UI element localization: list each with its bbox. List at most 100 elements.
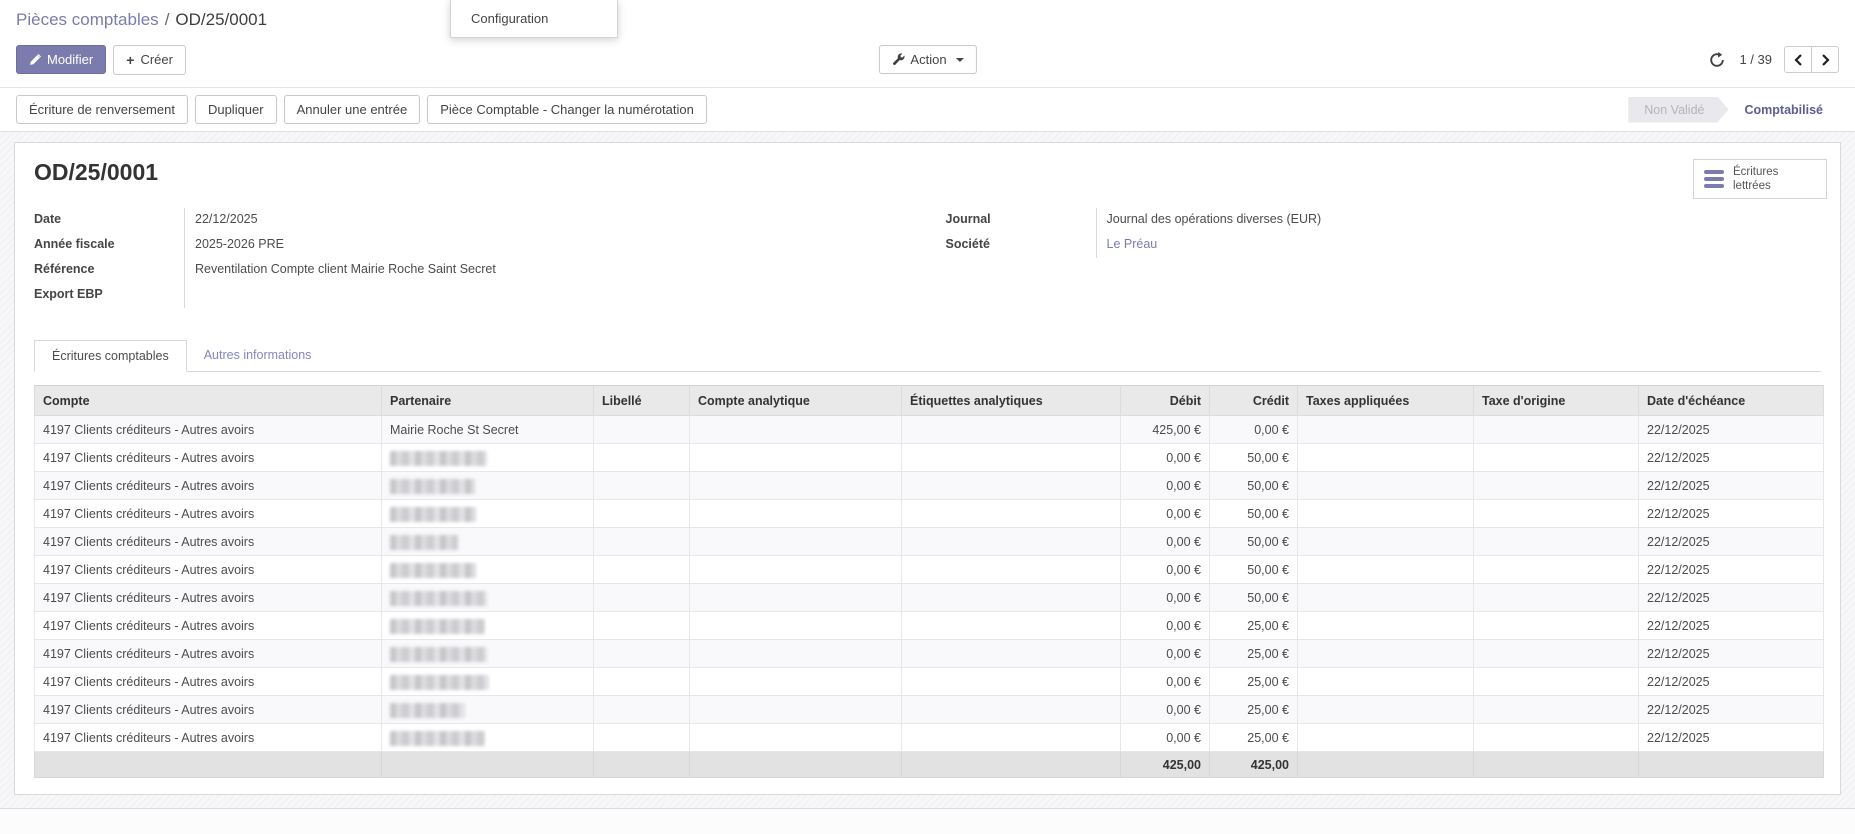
- field-value: 22/12/2025: [184, 208, 910, 233]
- statusbar-action-button-3[interactable]: Pièce Comptable - Changer la numérotatio…: [427, 95, 707, 124]
- total-cell-partenaire: [382, 752, 594, 778]
- cell-taxes-appliquees: [1298, 416, 1474, 444]
- cell-credit: 50,00 €: [1210, 528, 1298, 556]
- total-cell-taxes-appliquees: [1298, 752, 1474, 778]
- column-header-compte[interactable]: Compte: [35, 386, 382, 416]
- pager-zone: 1 / 39: [1707, 46, 1839, 73]
- table-row[interactable]: 4197 Clients créditeurs - Autres avoirs0…: [35, 444, 1824, 472]
- statusbar-action-button-2[interactable]: Annuler une entrée: [284, 95, 421, 124]
- table-row[interactable]: 4197 Clients créditeurs - Autres avoirs0…: [35, 612, 1824, 640]
- pager-value[interactable]: 1 / 39: [1739, 52, 1772, 67]
- table-row[interactable]: 4197 Clients créditeurs - Autres avoirs0…: [35, 500, 1824, 528]
- cell-libelle: [594, 584, 690, 612]
- table-row[interactable]: 4197 Clients créditeurs - Autres avoirsM…: [35, 416, 1824, 444]
- table-row[interactable]: 4197 Clients créditeurs - Autres avoirs0…: [35, 556, 1824, 584]
- redacted-partner: [390, 675, 489, 690]
- column-header-debit[interactable]: Débit: [1121, 386, 1210, 416]
- status-step-0[interactable]: Non Validé: [1628, 97, 1728, 123]
- cell-date-echeance: 22/12/2025: [1639, 472, 1824, 500]
- breadcrumb: Pièces comptables/OD/25/0001: [16, 10, 1839, 30]
- cell-taxes-appliquees: [1298, 528, 1474, 556]
- notebook-tabs: Écritures comptablesAutres informations: [34, 340, 1821, 372]
- pager-next-button[interactable]: [1811, 46, 1839, 73]
- column-header-taxe-origine[interactable]: Taxe d'origine: [1474, 386, 1639, 416]
- table-row[interactable]: 4197 Clients créditeurs - Autres avoirs0…: [35, 668, 1824, 696]
- cell-libelle: [594, 724, 690, 752]
- column-header-date-echeance[interactable]: Date d'échéance: [1639, 386, 1824, 416]
- total-cell-taxe-origine: [1474, 752, 1639, 778]
- cell-compte-analytique: [690, 612, 902, 640]
- cell-etiquettes-analytiques: [902, 668, 1121, 696]
- table-row[interactable]: 4197 Clients créditeurs - Autres avoirs0…: [35, 724, 1824, 752]
- cell-partenaire: [382, 612, 594, 640]
- cell-taxe-origine: [1474, 472, 1639, 500]
- column-header-taxes-appliquees[interactable]: Taxes appliquées: [1298, 386, 1474, 416]
- lettered-entries-stat-button[interactable]: Écritures lettrées: [1693, 159, 1827, 199]
- cell-etiquettes-analytiques: [902, 444, 1121, 472]
- cell-libelle: [594, 472, 690, 500]
- statusbar-action-button-0[interactable]: Écriture de renversement: [16, 95, 188, 124]
- cell-partenaire: [382, 584, 594, 612]
- field-row-left-2: RéférenceReventilation Compte client Mai…: [34, 258, 910, 283]
- cell-credit: 0,00 €: [1210, 416, 1298, 444]
- cell-taxe-origine: [1474, 556, 1639, 584]
- action-dropdown-button[interactable]: Action: [878, 45, 976, 74]
- field-label: Société: [946, 233, 1096, 251]
- column-header-compte-analytique[interactable]: Compte analytique: [690, 386, 902, 416]
- menu-item-configuration[interactable]: Configuration: [451, 0, 617, 37]
- modify-button[interactable]: Modifier: [16, 45, 106, 74]
- cell-taxes-appliquees: [1298, 556, 1474, 584]
- table-row[interactable]: 4197 Clients créditeurs - Autres avoirs0…: [35, 584, 1824, 612]
- column-header-partenaire[interactable]: Partenaire: [382, 386, 594, 416]
- table-row[interactable]: 4197 Clients créditeurs - Autres avoirs0…: [35, 696, 1824, 724]
- pager-previous-button[interactable]: [1784, 46, 1812, 73]
- tab-0[interactable]: Écritures comptables: [34, 340, 187, 372]
- caret-down-icon: [956, 58, 964, 62]
- table-row[interactable]: 4197 Clients créditeurs - Autres avoirs0…: [35, 472, 1824, 500]
- cell-date-echeance: 22/12/2025: [1639, 528, 1824, 556]
- modify-button-label: Modifier: [47, 53, 93, 66]
- tab-1[interactable]: Autres informations: [187, 340, 329, 372]
- cell-taxe-origine: [1474, 584, 1639, 612]
- table-row[interactable]: 4197 Clients créditeurs - Autres avoirs0…: [35, 528, 1824, 556]
- redacted-partner: [390, 451, 487, 466]
- cell-partenaire: [382, 472, 594, 500]
- cell-compte-analytique: [690, 724, 902, 752]
- create-button[interactable]: + Créer: [113, 45, 186, 75]
- redacted-partner: [390, 731, 485, 746]
- cell-libelle: [594, 444, 690, 472]
- cell-date-echeance: 22/12/2025: [1639, 724, 1824, 752]
- table-row[interactable]: 4197 Clients créditeurs - Autres avoirs0…: [35, 640, 1824, 668]
- status-step-1[interactable]: Comptabilisé: [1729, 97, 1840, 123]
- cell-compte: 4197 Clients créditeurs - Autres avoirs: [35, 668, 382, 696]
- cell-compte: 4197 Clients créditeurs - Autres avoirs: [35, 696, 382, 724]
- cell-taxe-origine: [1474, 668, 1639, 696]
- cell-partenaire: [382, 640, 594, 668]
- column-header-credit[interactable]: Crédit: [1210, 386, 1298, 416]
- cell-date-echeance: 22/12/2025: [1639, 444, 1824, 472]
- field-value-link[interactable]: Le Préau: [1096, 233, 1822, 258]
- field-label: Export EBP: [34, 283, 184, 301]
- breadcrumb-parent[interactable]: Pièces comptables: [16, 10, 159, 29]
- cell-taxes-appliquees: [1298, 584, 1474, 612]
- field-value: Reventilation Compte client Mairie Roche…: [184, 258, 910, 283]
- cell-compte: 4197 Clients créditeurs - Autres avoirs: [35, 500, 382, 528]
- cell-date-echeance: 22/12/2025: [1639, 640, 1824, 668]
- cell-partenaire: [382, 696, 594, 724]
- column-header-etiquettes-analytiques[interactable]: Étiquettes analytiques: [902, 386, 1121, 416]
- statusbar-action-button-1[interactable]: Dupliquer: [195, 95, 277, 124]
- cell-partenaire: [382, 668, 594, 696]
- cell-partenaire: [382, 528, 594, 556]
- refresh-button[interactable]: [1707, 50, 1727, 70]
- content-area: Écritures lettrées OD/25/0001 Date22/12/…: [0, 132, 1855, 808]
- cell-etiquettes-analytiques: [902, 500, 1121, 528]
- column-header-libelle[interactable]: Libellé: [594, 386, 690, 416]
- cell-credit: 50,00 €: [1210, 472, 1298, 500]
- action-button-label: Action: [910, 53, 946, 66]
- cell-credit: 50,00 €: [1210, 444, 1298, 472]
- control-panel-row: Modifier + Créer Action: [16, 45, 1839, 74]
- cell-etiquettes-analytiques: [902, 556, 1121, 584]
- cell-compte: 4197 Clients créditeurs - Autres avoirs: [35, 724, 382, 752]
- cell-taxe-origine: [1474, 528, 1639, 556]
- page-footer: [0, 808, 1855, 834]
